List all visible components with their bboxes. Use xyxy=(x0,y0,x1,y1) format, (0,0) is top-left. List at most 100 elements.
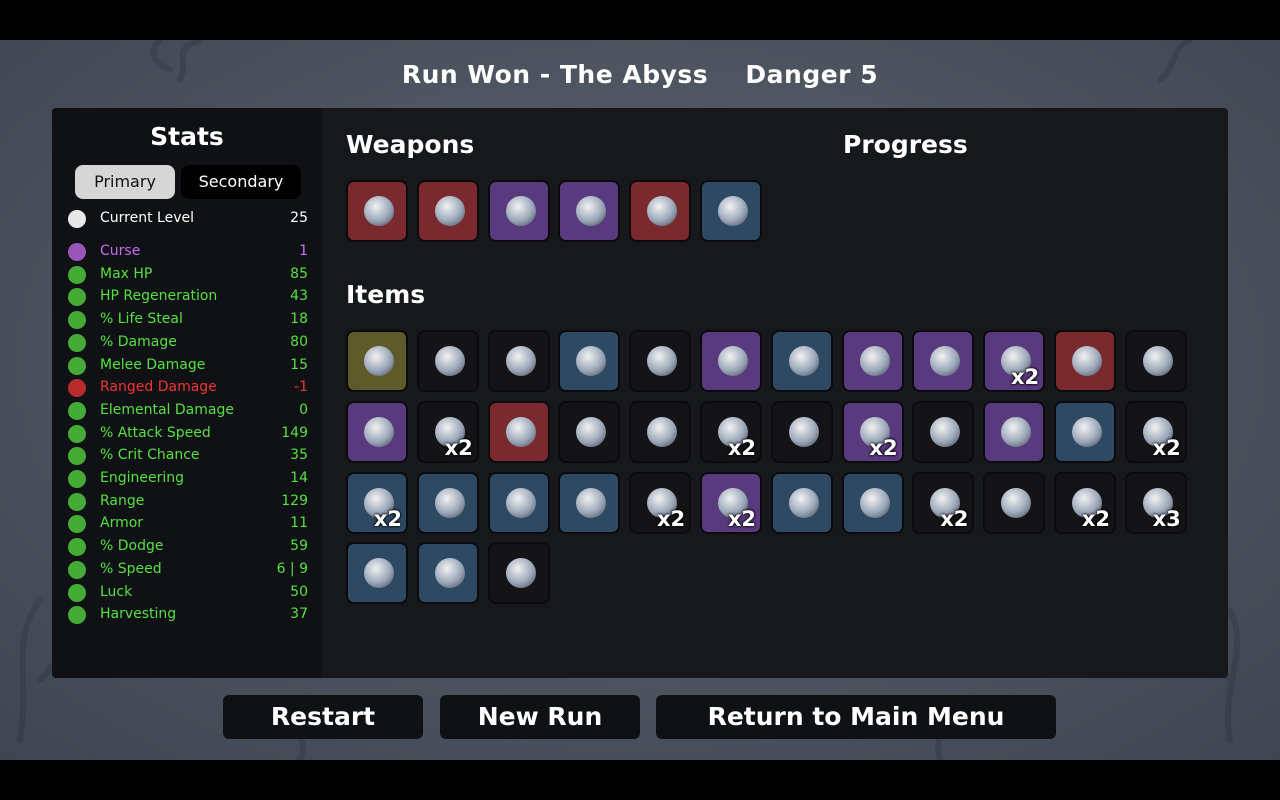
life-steal-icon xyxy=(68,311,86,330)
stat-row[interactable]: % Life Steal 18 xyxy=(68,309,308,331)
stat-row[interactable]: Range 129 xyxy=(68,491,308,513)
item-slot[interactable] xyxy=(770,471,833,534)
item-slot[interactable] xyxy=(1124,330,1187,392)
item-slot[interactable] xyxy=(983,400,1046,463)
stat-row[interactable]: Engineering 14 xyxy=(68,468,308,490)
item-slot[interactable] xyxy=(416,542,479,605)
item-slot[interactable] xyxy=(558,471,621,534)
stat-row[interactable]: HP Regeneration 43 xyxy=(68,286,308,308)
item-slot[interactable] xyxy=(558,400,621,463)
item-count: x2 xyxy=(727,435,756,460)
stat-row[interactable]: % Crit Chance 35 xyxy=(68,445,308,467)
pink-blob-icon xyxy=(930,346,961,376)
item-slot[interactable]: x2 xyxy=(700,471,762,534)
stat-row[interactable]: Ranged Damage -1 xyxy=(68,377,308,399)
item-slot[interactable] xyxy=(629,400,692,463)
stat-row[interactable]: % Dodge 59 xyxy=(68,536,308,558)
weapon-slot[interactable] xyxy=(629,180,692,242)
boxing-glove-icon xyxy=(1001,487,1032,518)
stat-row[interactable]: Elemental Damage 0 xyxy=(68,400,308,422)
stat-row[interactable]: % Damage 80 xyxy=(68,332,308,354)
item-slot[interactable]: x2 xyxy=(841,400,904,463)
wheat-icon xyxy=(68,606,86,625)
item-slot[interactable]: x2 xyxy=(912,471,975,534)
return-to-main-menu-button[interactable]: Return to Main Menu xyxy=(656,695,1056,739)
item-slot[interactable] xyxy=(487,400,550,463)
bat-icon xyxy=(1142,346,1173,376)
item-slot[interactable] xyxy=(912,330,975,392)
item-slot[interactable]: x2 xyxy=(1054,471,1116,534)
item-slot[interactable] xyxy=(629,330,692,392)
item-slot[interactable]: x2 xyxy=(346,471,408,534)
egg-mask-icon xyxy=(364,346,394,376)
item-slot[interactable] xyxy=(841,471,904,534)
item-slot[interactable] xyxy=(1054,400,1116,463)
item-slot[interactable] xyxy=(770,400,833,463)
hp-regeneration-icon xyxy=(68,288,86,307)
stat-label: Armor xyxy=(100,515,144,532)
stat-label: Elemental Damage xyxy=(100,401,234,418)
item-slot[interactable] xyxy=(416,471,479,534)
damage-icon xyxy=(68,333,86,352)
stat-label: Max HP xyxy=(100,265,153,282)
item-slot[interactable]: x2 xyxy=(983,330,1046,392)
dead-plant-icon xyxy=(718,346,748,376)
item-slot[interactable] xyxy=(558,330,621,392)
item-slot[interactable] xyxy=(770,330,833,392)
item-slot[interactable]: x2 xyxy=(416,400,479,463)
restart-button[interactable]: Restart xyxy=(223,695,423,739)
tab-secondary[interactable]: Secondary xyxy=(181,165,301,199)
weapon-slot[interactable] xyxy=(558,180,621,242)
item-slot[interactable]: x2 xyxy=(1124,400,1187,463)
loadout-section: Weapons Progress Items x2 x2 x2 x2 x2 x2 x2 x2 x… xyxy=(322,108,1228,678)
stat-row[interactable]: Melee Damage 15 xyxy=(68,355,308,377)
jar-icon xyxy=(434,558,465,589)
item-slot[interactable] xyxy=(1054,330,1116,392)
item-slot[interactable] xyxy=(700,330,762,392)
stat-row[interactable]: Max HP 85 xyxy=(68,264,308,286)
stat-value: 129 xyxy=(281,492,308,509)
tab-primary[interactable]: Primary xyxy=(75,165,175,199)
weapon-slot[interactable] xyxy=(700,180,762,242)
stat-value: 59 xyxy=(290,538,308,555)
item-slot[interactable] xyxy=(487,471,550,534)
crit-icon xyxy=(68,447,86,466)
blade-icon xyxy=(788,346,819,376)
item-slot[interactable] xyxy=(487,542,550,605)
stat-row[interactable]: % Speed 6 | 9 xyxy=(68,559,308,581)
stat-row[interactable]: Armor 11 xyxy=(68,513,308,535)
scarf-icon xyxy=(1072,346,1102,376)
item-slot[interactable]: x2 xyxy=(700,400,762,463)
stat-row[interactable]: % Attack Speed 149 xyxy=(68,423,308,445)
item-slot[interactable] xyxy=(416,330,479,392)
stat-row[interactable]: Luck 50 xyxy=(68,582,308,604)
current-level-row: Current Level 25 xyxy=(68,208,308,230)
new-run-button[interactable]: New Run xyxy=(440,695,640,739)
weapon-slot[interactable] xyxy=(346,180,408,242)
weapon-slot[interactable] xyxy=(416,180,479,242)
level-face-icon xyxy=(68,210,86,228)
stat-value: 0 xyxy=(299,401,308,418)
skull-mask-icon xyxy=(930,416,961,447)
run-summary-panel: Stats Primary Secondary Current Level 25… xyxy=(52,108,1228,678)
cake-icon xyxy=(505,558,536,589)
skull-staff-icon xyxy=(505,196,536,226)
stat-row[interactable]: Curse 1 xyxy=(68,241,308,263)
item-slot[interactable] xyxy=(346,330,408,392)
stat-label: Ranged Damage xyxy=(100,379,217,396)
weapon-slot[interactable] xyxy=(487,180,550,242)
axe-icon xyxy=(576,196,607,226)
stats-title: Stats xyxy=(150,122,224,151)
item-slot[interactable]: x2 xyxy=(629,471,692,534)
item-slot[interactable] xyxy=(487,330,550,392)
stat-row[interactable]: Harvesting 37 xyxy=(68,604,308,626)
item-slot[interactable] xyxy=(346,400,408,463)
item-slot[interactable]: x3 xyxy=(1124,471,1187,534)
item-slot[interactable] xyxy=(983,471,1046,534)
stat-label: % Attack Speed xyxy=(100,424,211,441)
item-slot[interactable] xyxy=(841,330,904,392)
item-slot[interactable] xyxy=(912,400,975,463)
item-count: x2 xyxy=(373,506,402,531)
stat-label: % Damage xyxy=(100,333,177,350)
item-slot[interactable] xyxy=(346,542,408,605)
